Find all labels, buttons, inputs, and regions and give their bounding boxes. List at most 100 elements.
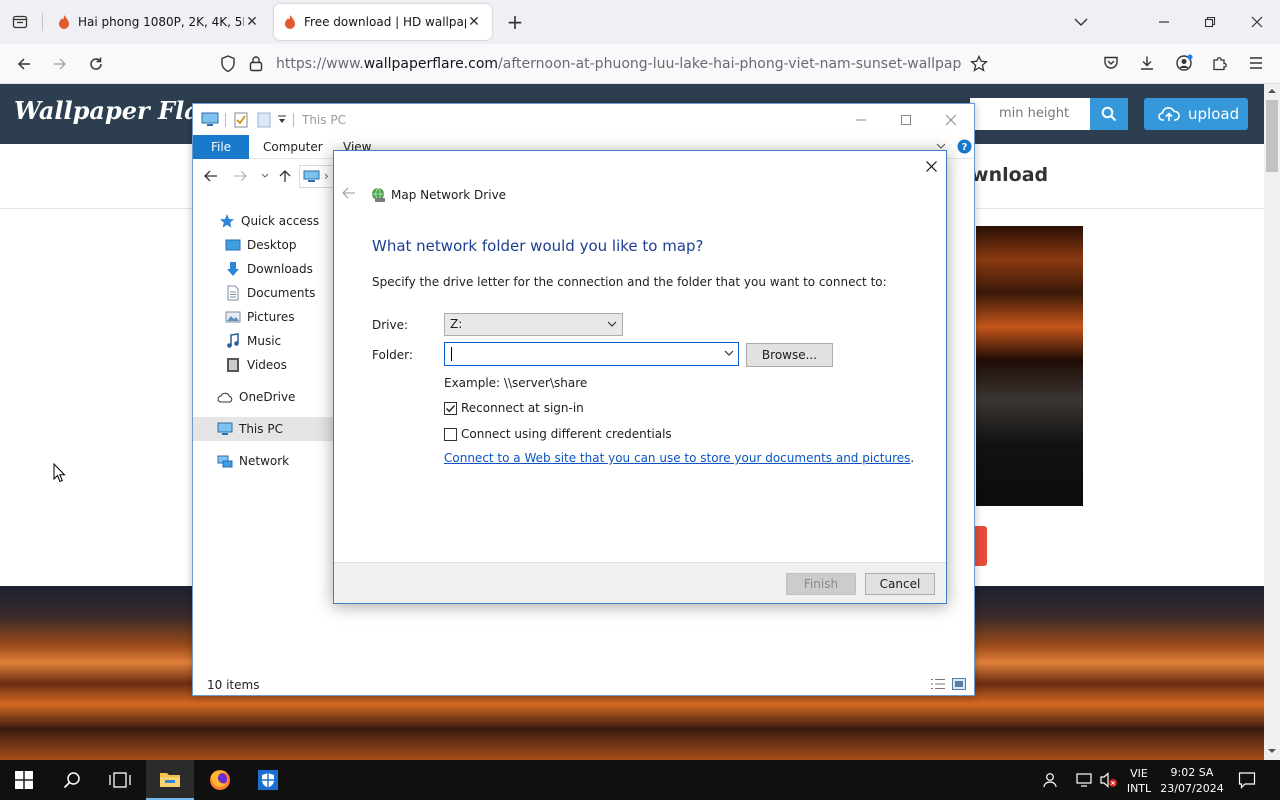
page-scrollbar[interactable] bbox=[1264, 84, 1280, 760]
nav-quick-access[interactable]: Quick access bbox=[193, 209, 333, 233]
volume-muted-icon[interactable] bbox=[1100, 772, 1118, 788]
dialog-heading: What network folder would you like to ma… bbox=[372, 237, 704, 255]
credentials-checkbox[interactable] bbox=[444, 427, 457, 441]
forward-arrow-icon[interactable] bbox=[46, 50, 74, 78]
people-icon[interactable] bbox=[1041, 772, 1057, 788]
tab-close-icon[interactable]: ✕ bbox=[244, 14, 260, 30]
reconnect-checkbox[interactable] bbox=[444, 401, 457, 415]
network-drive-icon bbox=[370, 187, 386, 203]
task-view-icon[interactable] bbox=[96, 760, 144, 800]
folder-label: Folder: bbox=[372, 348, 413, 362]
upload-button[interactable]: upload bbox=[1144, 98, 1248, 130]
reload-icon[interactable] bbox=[82, 50, 110, 78]
wallpaper-preview-image[interactable] bbox=[976, 226, 1083, 506]
address-separator[interactable]: › bbox=[324, 169, 329, 183]
min-height-input[interactable]: min height bbox=[970, 98, 1090, 130]
nav-videos[interactable]: Videos bbox=[193, 353, 333, 377]
download-button[interactable] bbox=[975, 526, 987, 566]
nav-desktop[interactable]: Desktop bbox=[193, 233, 333, 257]
nav-pictures[interactable]: Pictures bbox=[193, 305, 333, 329]
dialog-close-icon[interactable] bbox=[917, 154, 945, 178]
up-arrow-icon[interactable] bbox=[279, 169, 291, 183]
start-windows-icon[interactable] bbox=[0, 760, 48, 800]
new-tab-plus-icon[interactable]: + bbox=[501, 8, 529, 36]
firefox-taskbar-icon[interactable] bbox=[196, 760, 244, 800]
scrollbar-thumb[interactable] bbox=[1266, 100, 1278, 172]
explorer-back-arrow-icon[interactable] bbox=[204, 170, 218, 182]
finish-button[interactable]: Finish bbox=[786, 573, 856, 595]
cloud-upload-icon bbox=[1158, 107, 1180, 121]
extensions-puzzle-icon[interactable] bbox=[1212, 55, 1228, 71]
input-language-indicator[interactable]: VIE INTL bbox=[1125, 766, 1153, 796]
reconnect-checkbox-row[interactable]: Reconnect at sign-in bbox=[444, 401, 584, 415]
tab-overview-icon[interactable] bbox=[6, 8, 34, 36]
nav-this-pc[interactable]: This PC bbox=[193, 417, 333, 441]
network-status-icon[interactable] bbox=[1076, 772, 1094, 788]
cancel-button[interactable]: Cancel bbox=[865, 573, 935, 595]
credentials-checkbox-row[interactable]: Connect using different credentials bbox=[444, 427, 672, 441]
pocket-icon[interactable] bbox=[1103, 55, 1119, 71]
ribbon-tab-file[interactable]: File bbox=[193, 135, 249, 159]
ribbon-tab-computer[interactable]: Computer bbox=[263, 140, 323, 154]
downloads-icon[interactable] bbox=[1139, 55, 1155, 71]
search-icon[interactable] bbox=[48, 760, 96, 800]
computer-icon bbox=[217, 422, 233, 435]
tracking-protection-shield-icon[interactable] bbox=[220, 55, 236, 73]
address-bar[interactable]: › bbox=[299, 165, 335, 188]
dialog-title-row: Map Network Drive bbox=[370, 187, 506, 203]
bookmark-star-icon[interactable] bbox=[970, 55, 988, 73]
web-site-link[interactable]: Connect to a Web site that you can use t… bbox=[444, 451, 910, 465]
explorer-forward-arrow-icon[interactable] bbox=[233, 170, 247, 182]
properties-checkmark-icon[interactable] bbox=[234, 112, 248, 128]
restore-window-icon[interactable] bbox=[1196, 8, 1224, 36]
flame-favicon-icon bbox=[58, 15, 70, 29]
large-icons-view-icon[interactable] bbox=[952, 677, 966, 691]
minimize-window-icon[interactable] bbox=[1150, 8, 1178, 36]
close-window-icon[interactable] bbox=[1243, 8, 1271, 36]
quick-access-toolbar-dropdown-icon[interactable] bbox=[277, 115, 287, 125]
nav-network[interactable]: Network bbox=[193, 449, 333, 473]
explorer-window-title: This PC bbox=[302, 113, 346, 127]
notifications-icon[interactable] bbox=[1238, 771, 1256, 789]
browser-tab-hai-phong[interactable]: Hai phong 1080P, 2K, 4K, 5K HD ✕ bbox=[48, 4, 270, 40]
browse-button[interactable]: Browse... bbox=[746, 343, 833, 367]
folder-path-input[interactable] bbox=[444, 342, 739, 366]
explorer-minimize-icon[interactable] bbox=[838, 104, 884, 135]
explorer-status-bar: 10 items bbox=[207, 678, 260, 692]
menu-hamburger-icon[interactable] bbox=[1248, 56, 1264, 70]
new-folder-icon[interactable] bbox=[257, 112, 271, 128]
desktop-icon bbox=[225, 239, 241, 251]
scroll-down-arrow-icon[interactable] bbox=[1267, 748, 1277, 754]
explorer-close-icon[interactable] bbox=[928, 104, 974, 135]
credentials-label[interactable]: Connect using different credentials bbox=[461, 427, 672, 441]
video-icon bbox=[227, 358, 239, 372]
windows-security-taskbar-icon[interactable] bbox=[244, 760, 292, 800]
web-site-link-row: Connect to a Web site that you can use t… bbox=[444, 451, 915, 465]
file-explorer-taskbar-icon[interactable] bbox=[146, 760, 194, 800]
nav-onedrive[interactable]: OneDrive bbox=[193, 385, 333, 409]
help-icon[interactable]: ? bbox=[957, 139, 972, 154]
ribbon-expand-chevron-icon[interactable] bbox=[936, 142, 946, 150]
search-button[interactable] bbox=[1090, 98, 1128, 130]
nav-downloads[interactable]: Downloads bbox=[193, 257, 333, 281]
clock[interactable]: 9:02 SA 23/07/2024 bbox=[1160, 765, 1224, 797]
nav-music[interactable]: Music bbox=[193, 329, 333, 353]
tab-close-icon[interactable]: ✕ bbox=[466, 14, 482, 30]
list-all-tabs-chevron-icon[interactable] bbox=[1067, 8, 1095, 36]
folder-history-chevron-icon[interactable] bbox=[724, 350, 734, 357]
scroll-up-arrow-icon[interactable] bbox=[1267, 88, 1277, 94]
url-text[interactable]: https://www.wallpaperflare.com/afternoon… bbox=[276, 56, 962, 72]
reconnect-label[interactable]: Reconnect at sign-in bbox=[461, 401, 584, 415]
dialog-footer: Finish Cancel bbox=[334, 562, 946, 603]
recent-locations-chevron-icon[interactable] bbox=[261, 173, 269, 179]
browser-tab-free-download[interactable]: Free download | HD wallpaper ✕ bbox=[274, 4, 492, 40]
clock-date: 23/07/2024 bbox=[1160, 782, 1224, 795]
details-view-icon[interactable] bbox=[930, 678, 946, 690]
padlock-icon[interactable] bbox=[249, 55, 263, 72]
explorer-maximize-icon[interactable] bbox=[883, 104, 929, 135]
dialog-back-arrow-icon[interactable] bbox=[342, 187, 362, 207]
account-icon[interactable] bbox=[1175, 54, 1193, 72]
back-arrow-icon[interactable] bbox=[10, 50, 38, 78]
drive-letter-select[interactable]: Z: bbox=[444, 313, 623, 336]
nav-documents[interactable]: Documents bbox=[193, 281, 333, 305]
